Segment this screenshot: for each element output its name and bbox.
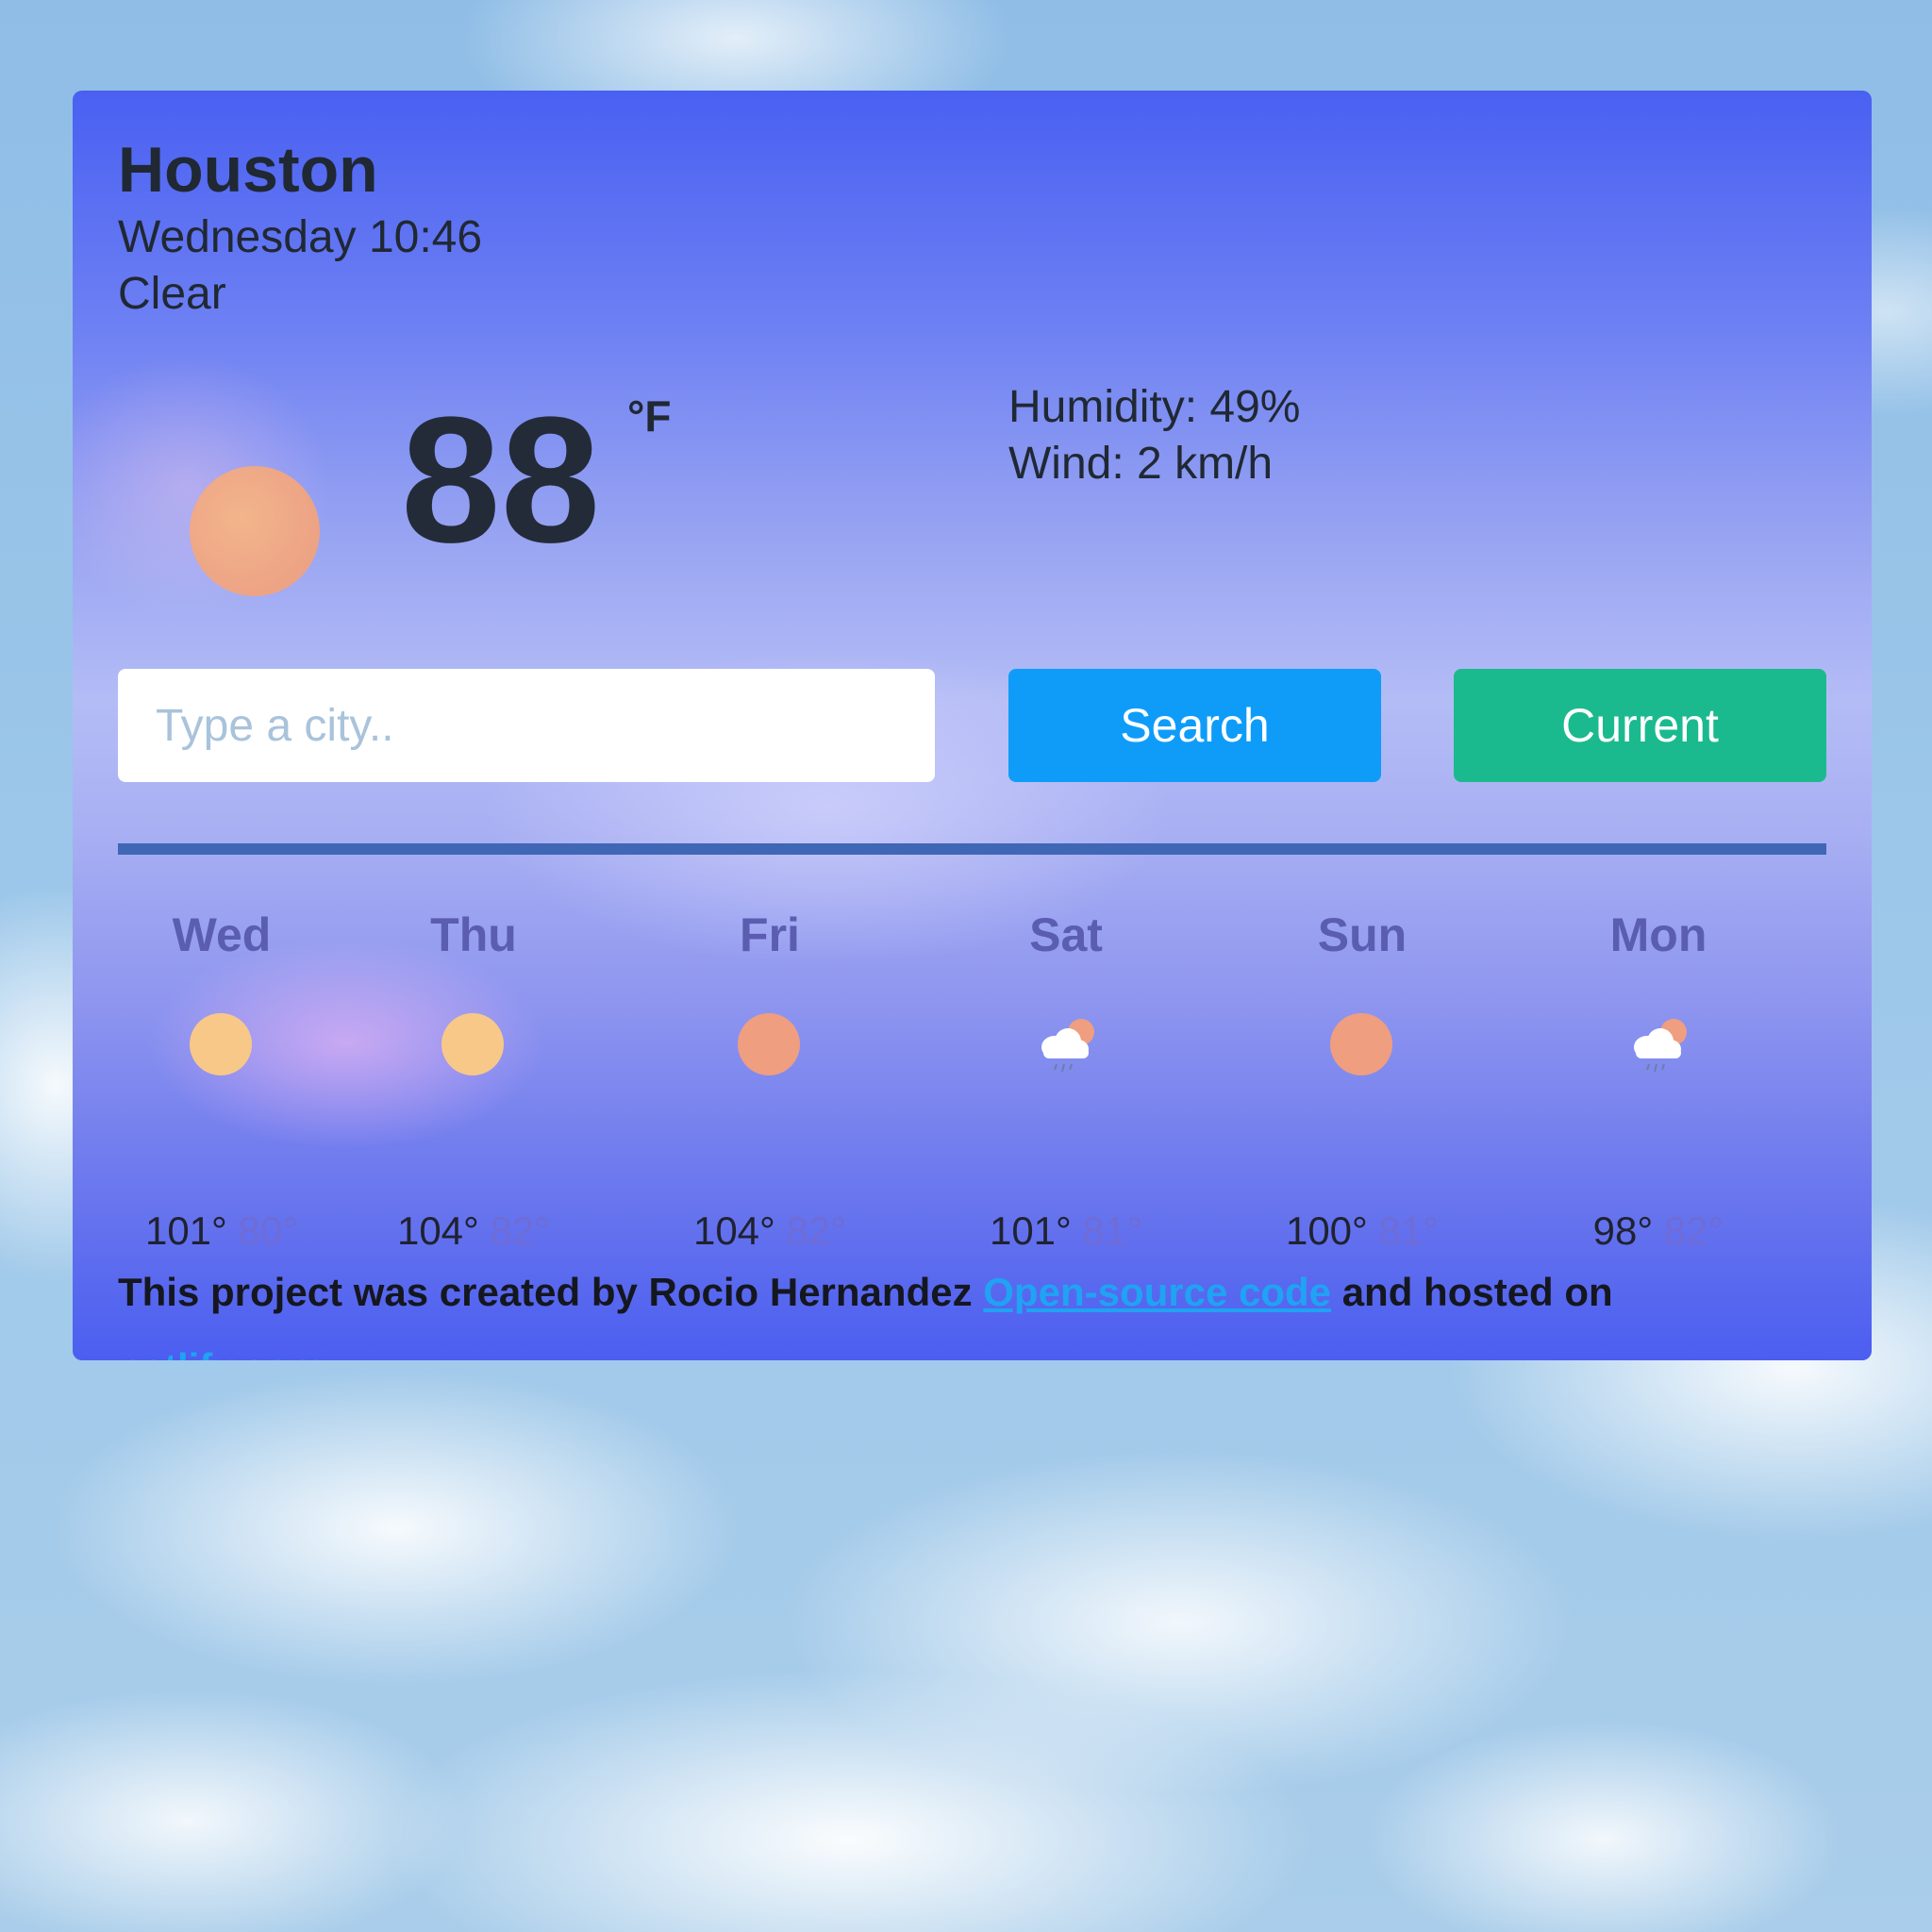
forecast-min: 82° [490, 1208, 551, 1253]
sun-icon [190, 1013, 254, 1077]
forecast-temps: 100° 81° [1214, 1211, 1510, 1251]
forecast-day: Thu 104° 82° [325, 908, 622, 1251]
forecast-day-name: Sun [1317, 908, 1407, 961]
forecast-max: 101° [144, 1208, 227, 1253]
forecast-min: 81° [1378, 1208, 1440, 1253]
current-location-button[interactable]: Current [1454, 669, 1826, 782]
forecast-temps: 104° 82° [325, 1211, 622, 1251]
forecast-temps: 98° 82° [1510, 1211, 1807, 1251]
weather-card: Houston Wednesday 10:46 Clear 88 °F Humi… [73, 91, 1872, 1360]
forecast-day-name: Mon [1609, 908, 1707, 961]
open-source-code-link[interactable]: Open-source code [983, 1270, 1331, 1314]
forecast-min: 80° [238, 1208, 299, 1253]
rain-cloud-sun-icon [1034, 1013, 1098, 1077]
footer-text: and hosted on [1331, 1270, 1613, 1314]
forecast-day-name: Wed [172, 908, 272, 961]
footer-text: This project was created by Rocio Hernan… [118, 1270, 984, 1314]
divider [118, 843, 1826, 855]
sun-icon [441, 1013, 506, 1077]
temperature-unit[interactable]: °F [627, 394, 672, 438]
forecast-temps: 101° 81° [918, 1211, 1214, 1251]
forecast: Wed 101° 80° Thu 104° 82° Fri 104° 82° S… [118, 908, 1826, 1251]
city-name: Houston [118, 134, 378, 206]
forecast-min: 81° [1082, 1208, 1143, 1253]
forecast-day: Sat 101° 81° [918, 908, 1214, 1251]
sun-icon [190, 466, 320, 596]
netlify-link[interactable]: netlify.com [118, 1345, 325, 1360]
forecast-max: 104° [692, 1208, 775, 1253]
current-temperature: 88 [401, 380, 601, 580]
forecast-max: 101° [989, 1208, 1072, 1253]
city-search-input[interactable] [118, 669, 935, 782]
forecast-day: Mon 98° 82° [1510, 908, 1807, 1251]
forecast-min: 82° [1663, 1208, 1724, 1253]
forecast-max: 98° [1592, 1208, 1654, 1253]
forecast-temps: 101° 80° [118, 1211, 325, 1251]
humidity: Humidity: 49% [1008, 382, 1301, 432]
forecast-temps: 104° 82° [622, 1211, 918, 1251]
weather-stats: Humidity: 49% Wind: 2 km/h [1008, 379, 1300, 492]
forecast-max: 100° [1285, 1208, 1368, 1253]
forecast-day-name: Sat [1029, 908, 1103, 961]
weather-condition: Clear [118, 269, 226, 319]
search-button[interactable]: Search [1008, 669, 1381, 782]
forecast-day: Sun 100° 81° [1214, 908, 1510, 1251]
sun-icon [738, 1013, 802, 1077]
forecast-min: 82° [786, 1208, 847, 1253]
forecast-day: Wed 101° 80° [118, 908, 325, 1251]
forecast-day-name: Thu [430, 908, 517, 961]
footer-credits: This project was created by Rocio Hernan… [118, 1255, 1835, 1360]
sun-icon [1330, 1013, 1394, 1077]
forecast-day-name: Fri [740, 908, 800, 961]
wind: Wind: 2 km/h [1008, 439, 1274, 489]
date-time: Wednesday 10:46 [118, 212, 483, 262]
rain-cloud-sun-icon [1626, 1013, 1690, 1077]
forecast-max: 104° [396, 1208, 479, 1253]
forecast-day: Fri 104° 82° [622, 908, 918, 1251]
